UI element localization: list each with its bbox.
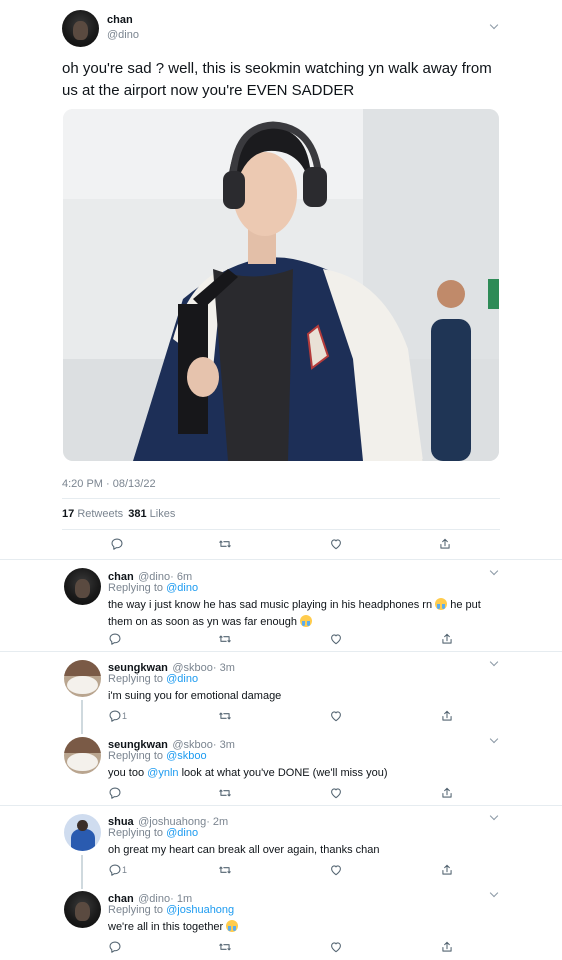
- retweet-icon[interactable]: [218, 537, 232, 551]
- reply-text-part: look at what you've DONE (we'll miss you…: [181, 767, 388, 779]
- heart-icon[interactable]: [329, 709, 343, 723]
- reply-text: oh great my heart can break all over aga…: [108, 844, 380, 856]
- crying-emoji-icon: [226, 920, 239, 932]
- reply-icon[interactable]: [108, 632, 122, 646]
- reply-time[interactable]: · 3m: [213, 739, 235, 751]
- chevron-down-icon[interactable]: [489, 566, 499, 576]
- reply-text-part: he put: [450, 599, 481, 611]
- avatar[interactable]: [62, 10, 99, 47]
- retweet-icon[interactable]: [218, 863, 232, 877]
- reply-text: we're all in this together: [108, 919, 239, 936]
- replying-to-link[interactable]: @skboo: [166, 750, 207, 762]
- retweet-icon[interactable]: [218, 709, 232, 723]
- author-handle[interactable]: @dino: [107, 29, 139, 41]
- avatar[interactable]: [64, 891, 101, 928]
- tweet-photo[interactable]: [63, 109, 499, 461]
- share-icon[interactable]: [440, 863, 454, 877]
- heart-icon[interactable]: [329, 632, 343, 646]
- reply-count: 1: [122, 865, 128, 875]
- crying-emoji-icon: [300, 615, 313, 627]
- chevron-down-icon[interactable]: [489, 657, 499, 667]
- replying-to-label: Replying to: [108, 827, 164, 839]
- thread-line: [81, 700, 83, 734]
- replying-to-link[interactable]: @dino: [166, 582, 198, 594]
- replying-to: Replying to @dino: [108, 673, 198, 685]
- replying-to: Replying to @joshuahong: [108, 904, 234, 916]
- replying-to-label: Replying to: [108, 750, 164, 762]
- divider: [62, 498, 500, 499]
- reply-text: you too @ynln look at what you've DONE (…: [108, 765, 388, 782]
- share-icon[interactable]: [440, 709, 454, 723]
- divider: [62, 529, 500, 530]
- reply-time[interactable]: · 3m: [213, 662, 235, 674]
- reply-icon[interactable]: [108, 863, 122, 877]
- thread-line: [81, 855, 83, 889]
- reply-icon[interactable]: [108, 786, 122, 800]
- reply-time[interactable]: · 2m: [206, 816, 228, 828]
- retweets-count[interactable]: 17: [62, 508, 74, 520]
- avatar[interactable]: [64, 737, 101, 774]
- heart-icon[interactable]: [329, 786, 343, 800]
- chevron-down-icon[interactable]: [489, 811, 499, 821]
- reply-icon[interactable]: [108, 940, 122, 954]
- divider: [0, 651, 562, 652]
- divider: [0, 559, 562, 560]
- reply-text-part: them on as soon as yn was far enough: [108, 616, 297, 628]
- retweet-icon[interactable]: [218, 940, 232, 954]
- engagement-stats: 17 Retweets 381 Likes: [62, 508, 175, 520]
- reply-icon[interactable]: [108, 709, 122, 723]
- replying-to-label: Replying to: [108, 582, 164, 594]
- avatar[interactable]: [64, 568, 101, 605]
- replying-to-link[interactable]: @dino: [166, 673, 198, 685]
- retweets-label[interactable]: Retweets: [77, 508, 123, 520]
- reply-text: the way i just know he has sad music pla…: [108, 597, 508, 631]
- avatar[interactable]: [64, 660, 101, 697]
- crying-emoji-icon: [435, 598, 448, 610]
- heart-icon[interactable]: [329, 537, 343, 551]
- chevron-down-icon[interactable]: [489, 888, 499, 898]
- replying-to-label: Replying to: [108, 673, 164, 685]
- share-icon[interactable]: [440, 786, 454, 800]
- author-name[interactable]: chan: [107, 14, 133, 26]
- replying-to-link[interactable]: @joshuahong: [166, 904, 234, 916]
- tweet-timestamp[interactable]: 4:20 PM · 08/13/22: [62, 478, 156, 490]
- reply-text-part: we're all in this together: [108, 921, 224, 933]
- reply-text: i'm suing you for emotional damage: [108, 690, 282, 702]
- share-icon[interactable]: [440, 940, 454, 954]
- heart-icon[interactable]: [329, 863, 343, 877]
- retweet-icon[interactable]: [218, 786, 232, 800]
- avatar[interactable]: [64, 814, 101, 851]
- divider: [0, 805, 562, 806]
- replying-to-label: Replying to: [108, 904, 164, 916]
- replying-to: Replying to @skboo: [108, 750, 207, 762]
- likes-count[interactable]: 381: [128, 508, 146, 520]
- reply-icon[interactable]: [110, 537, 124, 551]
- reply-text-part: you too: [108, 767, 145, 779]
- chevron-down-icon[interactable]: [489, 734, 499, 744]
- tweet-text: oh you're sad ? well, this is seokmin wa…: [62, 60, 492, 99]
- heart-icon[interactable]: [329, 940, 343, 954]
- retweet-icon[interactable]: [218, 632, 232, 646]
- replying-to: Replying to @dino: [108, 582, 198, 594]
- mention-link[interactable]: @ynln: [147, 767, 178, 779]
- reply-text-part: the way i just know he has sad music pla…: [108, 599, 433, 611]
- reply-count: 1: [122, 711, 128, 721]
- chevron-down-icon[interactable]: [489, 20, 499, 30]
- share-icon[interactable]: [438, 537, 452, 551]
- replying-to: Replying to @dino: [108, 827, 198, 839]
- photo-image: [63, 109, 499, 461]
- replying-to-link[interactable]: @dino: [166, 827, 198, 839]
- likes-label[interactable]: Likes: [150, 508, 176, 520]
- share-icon[interactable]: [440, 632, 454, 646]
